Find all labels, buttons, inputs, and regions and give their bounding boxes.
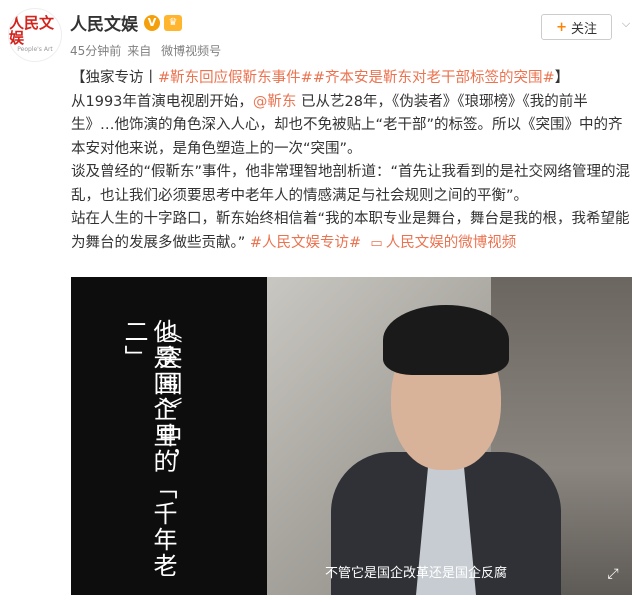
video-player[interactable]: 《突围》中， 他是国企里的「千年老二」 不管它是国企改革还是国企反腐 ⤢ <box>71 277 632 595</box>
topic-tag-2[interactable]: #齐本安是靳东对老干部标签的突围# <box>313 70 555 86</box>
source-prefix: 来自 <box>127 44 152 58</box>
avatar-logo-sub: People's Art <box>17 46 53 53</box>
paragraph-1-start: 从1993年首演电视剧开始， <box>71 93 253 110</box>
follow-button-label: 关注 <box>570 21 597 37</box>
paragraph-3: 站在人生的十字路口，靳东始终相信着“我的本职专业是舞台，舞台是我的根，我希望能为… <box>71 208 631 255</box>
headline-prefix: 【独家专访丨 <box>71 70 158 86</box>
post-headline: 【独家专访丨#靳东回应假靳东事件##齐本安是靳东对老干部标签的突围#】 <box>71 67 631 91</box>
post-time[interactable]: 45分钟前 <box>70 44 121 58</box>
verified-icon: V <box>144 14 160 31</box>
mention-link[interactable]: @靳东 <box>253 94 297 110</box>
avatar-logo-text: 人民文娱 <box>9 14 55 47</box>
video-link[interactable]: 人民文娱的微博视频 <box>386 235 517 251</box>
topic-tag-1[interactable]: #靳东回应假靳东事件# <box>158 70 313 86</box>
plus-icon: + <box>556 19 567 35</box>
person-hair <box>383 305 509 375</box>
vip-icon[interactable]: ♛ <box>164 14 182 31</box>
fullscreen-icon[interactable]: ⤢ <box>604 565 622 583</box>
post-content: 【独家专访丨#靳东回应假靳东事件##齐本安是靳东对老干部标签的突围#】 从199… <box>71 67 631 255</box>
topic-tag-3[interactable]: #人民文娱专访# <box>250 235 361 251</box>
headline-suffix: 】 <box>554 70 570 86</box>
chevron-down-icon[interactable]: ⌵ <box>620 17 632 30</box>
video-subtitle: 不管它是国企改革还是国企反腐 <box>325 566 508 581</box>
account-header: 人民文娱 V ♛ <box>70 10 182 35</box>
post-source[interactable]: 微博视频号 <box>161 44 221 58</box>
avatar[interactable]: 人民文娱 People's Art <box>8 8 62 62</box>
post-meta: 45分钟前 来自 微博视频号 <box>70 42 227 59</box>
vertical-caption-2: 他是国企里的「千年老二」 <box>120 319 177 579</box>
paragraph-1: 从1993年首演电视剧开始，@靳东 已从艺28年，《伪装者》《琅琊榜》《我的前半… <box>71 91 631 162</box>
paragraph-2: 谈及曾经的“假靳东”事件，他非常理智地剖析道：“首先让我看到的是社交网络管理的混… <box>71 164 631 204</box>
follow-button[interactable]: + 关注 <box>541 14 612 40</box>
account-name[interactable]: 人民文娱 <box>70 10 138 35</box>
video-link-icon: ▭ <box>370 235 383 251</box>
